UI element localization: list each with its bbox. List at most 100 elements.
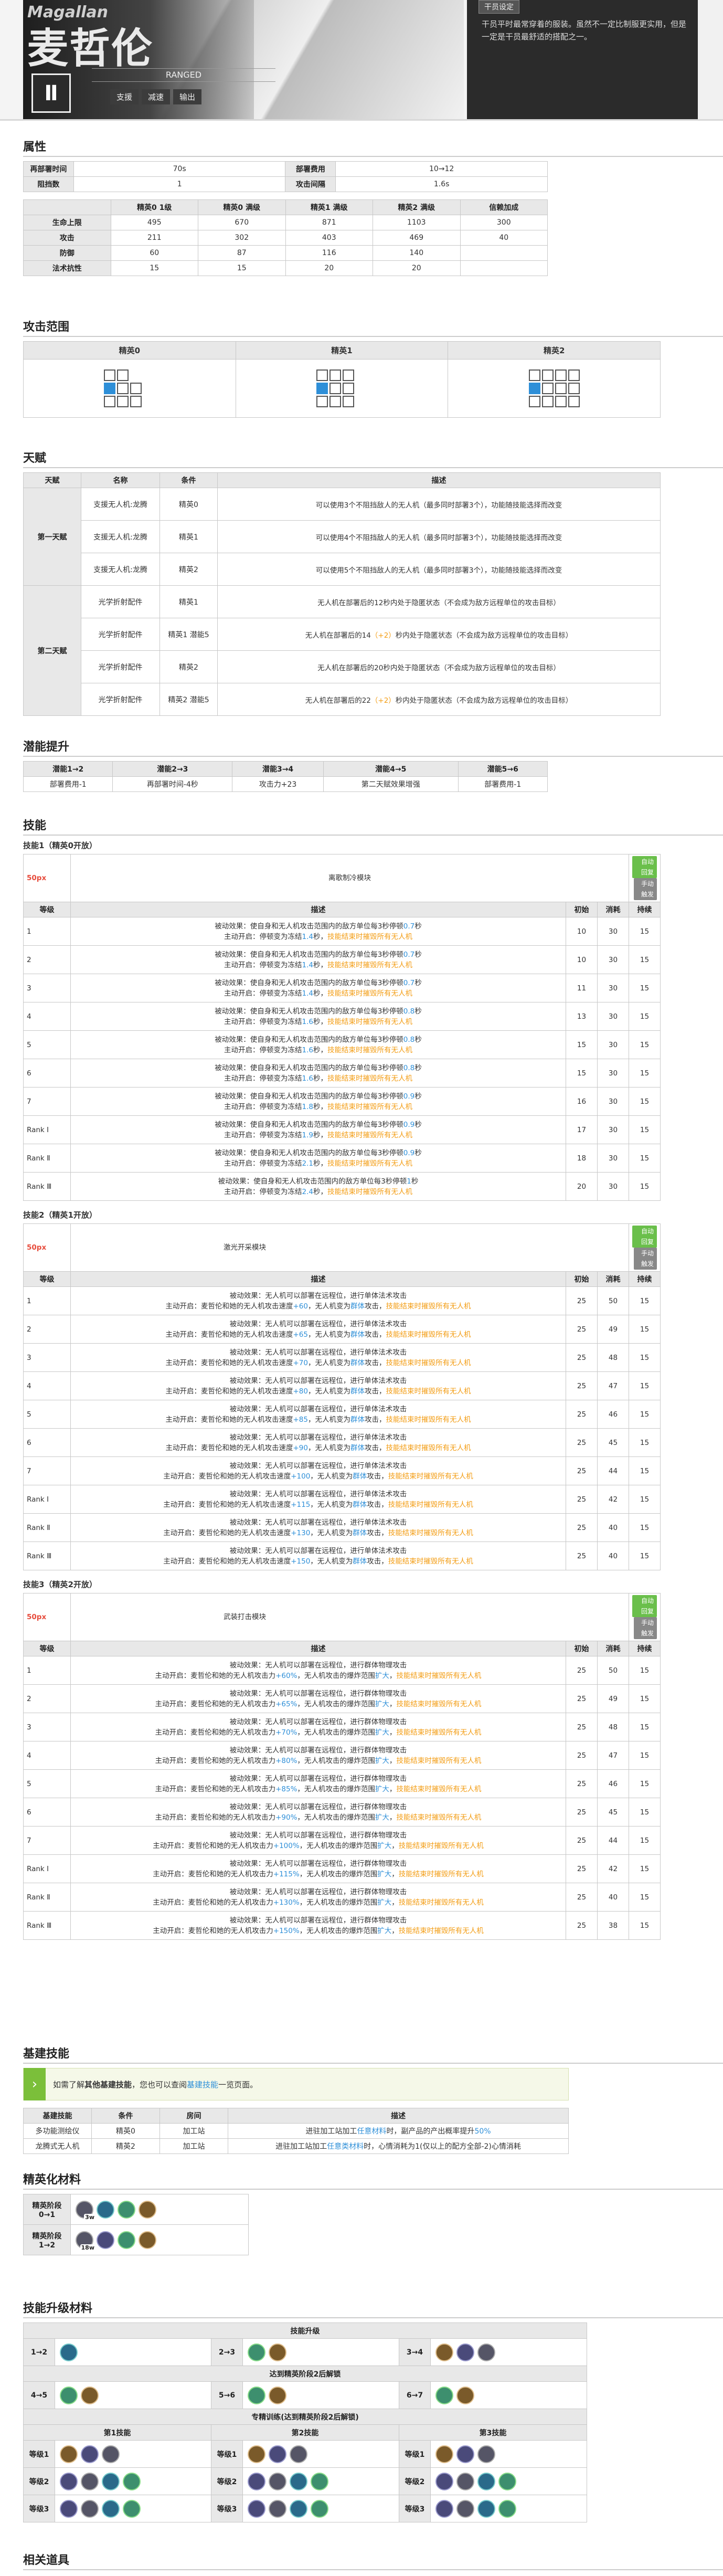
lmd-icon[interactable]: 3w (76, 2200, 95, 2221)
material-icon[interactable] (435, 2445, 453, 2463)
value-hl: +115% (273, 1870, 300, 1878)
material-icon[interactable] (269, 2499, 286, 2518)
material-icon[interactable] (435, 2386, 453, 2404)
material-icon[interactable] (60, 2499, 78, 2518)
material-icon[interactable] (311, 2472, 328, 2490)
skill-stat: 17 (566, 1115, 598, 1144)
potential-value: 部署费用-1 (458, 776, 548, 792)
material-icon[interactable] (81, 2472, 99, 2490)
material-icon[interactable] (456, 2386, 474, 2404)
material-icon[interactable] (290, 2499, 307, 2518)
material-icon[interactable] (269, 2386, 286, 2404)
material-icon[interactable] (248, 2472, 265, 2490)
material-icon[interactable] (139, 2231, 156, 2249)
material-icon[interactable] (81, 2445, 99, 2463)
material-icon[interactable] (498, 2472, 516, 2490)
lmd-icon[interactable]: 18w (76, 2231, 95, 2251)
operator-hero: Magallan 麦哲伦 RANGED Ⅱ 支援 减速 输出 干员设定 干员平时… (0, 0, 723, 121)
material-icon[interactable] (81, 2499, 99, 2518)
material-cell (242, 2381, 399, 2409)
material-icon[interactable] (477, 2343, 495, 2361)
material-icon[interactable] (102, 2499, 120, 2518)
material-icon[interactable] (477, 2472, 495, 2490)
talent-name: 支援无人机:龙腾 (81, 488, 160, 521)
material-icon[interactable] (290, 2445, 307, 2463)
table-row: Rank Ⅲ 被动效果：无人机可以部署在远程位，进行单体法术攻击 主动开启：麦哲伦和… (23, 1542, 661, 1570)
material-icon[interactable] (269, 2343, 286, 2361)
material-icon[interactable] (248, 2343, 265, 2361)
material-icon[interactable] (456, 2499, 474, 2518)
material-icon[interactable] (102, 2445, 120, 2463)
skill-stat: 15 (629, 1542, 661, 1570)
range-cell (329, 396, 341, 407)
table-row: 3 被动效果：无人机可以部署在远程位，进行群体物理攻击 主动开启：麦哲伦和她的无人机… (23, 1713, 661, 1741)
base-cell: 多功能测绘仪 (23, 2123, 92, 2139)
material-icon[interactable] (290, 2472, 307, 2490)
skill-stat: 15 (629, 1172, 661, 1201)
material-icon[interactable] (123, 2472, 141, 2490)
skin-badge[interactable]: 干员设定 (479, 0, 519, 14)
material-icon[interactable] (60, 2386, 78, 2404)
value-hl: 群体 (350, 1387, 365, 1396)
value-hl: 技能结束时摧毁所有无人机 (396, 1785, 482, 1793)
attr-value: 10→12 (335, 161, 548, 177)
skill-stat: 40 (597, 1542, 629, 1570)
value-hl: 扩大 (377, 1841, 392, 1850)
value-hl: 0.8 (403, 1035, 415, 1044)
material-icon[interactable] (102, 2472, 120, 2490)
skill-col-header: 第1技能 (23, 2424, 211, 2441)
material-icon[interactable] (248, 2445, 265, 2463)
material-cell (430, 2381, 587, 2409)
rank-label: 等级1 (23, 2440, 55, 2468)
value-hl: 技能结束时摧毁所有无人机 (386, 1358, 471, 1367)
chip-pack-icon[interactable] (97, 2231, 114, 2249)
material-icon[interactable] (269, 2445, 286, 2463)
material-icon[interactable] (456, 2343, 474, 2361)
value-hl: 任意类材料 (327, 2142, 364, 2151)
skill-desc: 被动效果：无人机可以部署在远程位，进行群体物理攻击 主动开启：麦哲伦和她的无人机攻… (70, 1741, 566, 1770)
skill-table: 50px 激光开采模块 自动回复手动触发 等级 描述 初始 消耗 持续 1 被动效果：无人机可以部… (23, 1223, 661, 1570)
skill-header: 描述 (70, 1271, 566, 1287)
material-icon[interactable] (123, 2499, 141, 2518)
value-hl: 群体 (353, 1500, 367, 1509)
material-cell (55, 2467, 211, 2495)
chip-icon[interactable] (97, 2200, 114, 2219)
talent-header: 天赋 (23, 472, 81, 488)
material-icon[interactable] (498, 2499, 516, 2518)
value-hl: 1.4 (302, 960, 313, 969)
material-icon[interactable] (311, 2499, 328, 2518)
material-icon[interactable] (456, 2445, 474, 2463)
skill-stat: 10 (566, 945, 598, 974)
material-icon[interactable] (456, 2472, 474, 2490)
skill-stat: 10 (566, 917, 598, 946)
value-hl: 技能结束时摧毁所有无人机 (396, 1699, 482, 1708)
material-icon[interactable] (60, 2445, 78, 2463)
rank-label: 等级2 (211, 2467, 243, 2495)
base-skill-link[interactable]: 基建技能 (187, 2079, 218, 2090)
material-icon[interactable] (435, 2472, 453, 2490)
skill-stat: 15 (629, 1315, 661, 1344)
operator-tags: 支援 减速 输出 (110, 89, 202, 104)
value-hl: 技能结束时摧毁所有无人机 (388, 1557, 473, 1566)
material-icon[interactable] (248, 2499, 265, 2518)
material-icon[interactable] (435, 2343, 453, 2361)
value-hl: 技能结束时摧毁所有无人机 (327, 1131, 412, 1139)
material-icon[interactable] (81, 2386, 99, 2404)
material-icon[interactable] (60, 2343, 78, 2361)
chip-icon[interactable] (118, 2200, 135, 2219)
operator-cell (104, 383, 116, 394)
operator-cell (316, 383, 328, 394)
skill-level: 7 (23, 1826, 71, 1855)
material-icon[interactable] (435, 2499, 453, 2518)
material-icon[interactable] (118, 2231, 135, 2249)
material-icon[interactable] (477, 2445, 495, 2463)
skill-level: 3 (23, 1713, 71, 1741)
material-icon[interactable] (269, 2472, 286, 2490)
range-cell (329, 369, 341, 381)
skill-stat: 25 (566, 1741, 598, 1770)
material-icon[interactable] (248, 2386, 265, 2404)
material-icon[interactable] (60, 2472, 78, 2490)
material-icon[interactable] (477, 2499, 495, 2518)
skill-level: 6 (23, 1428, 71, 1457)
material-icon[interactable] (139, 2200, 156, 2219)
